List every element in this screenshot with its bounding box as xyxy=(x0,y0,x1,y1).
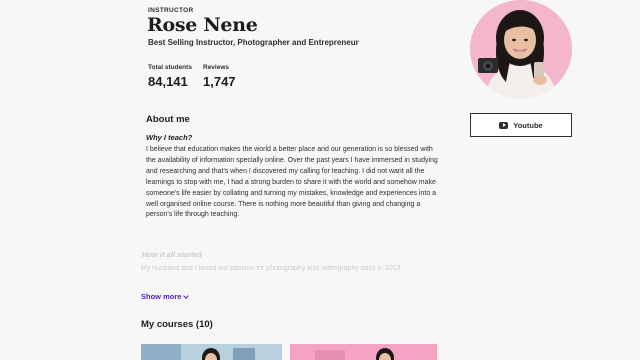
how-it-started-heading: How it all started xyxy=(142,250,203,259)
show-more-button[interactable]: Show more xyxy=(141,292,190,301)
avatar xyxy=(470,0,572,98)
about-me-heading: About me xyxy=(146,114,190,125)
how-it-started-text: My husband and I found our passion for p… xyxy=(141,265,403,272)
why-i-teach-heading: Why I teach? xyxy=(146,133,193,142)
stat-reviews-value: 1,747 xyxy=(203,74,236,89)
bio-text: I believe that education makes the world… xyxy=(146,146,438,219)
instructor-name: Rose Nene xyxy=(147,14,258,36)
youtube-icon xyxy=(499,121,509,129)
faded-bio-preview: How it all started My husband and I foun… xyxy=(141,250,441,288)
my-courses-heading: My courses (10) xyxy=(141,319,213,330)
stat-total-students: Total students 84,141 xyxy=(148,64,192,89)
course-thumbnail xyxy=(290,344,437,360)
show-more-label: Show more xyxy=(141,292,182,301)
stat-students-label: Total students xyxy=(148,64,192,71)
stat-reviews-label: Reviews xyxy=(203,64,230,71)
youtube-button[interactable]: Youtube xyxy=(470,113,572,137)
instructor-role-label: INSTRUCTOR xyxy=(148,7,194,14)
youtube-button-label: Youtube xyxy=(513,120,543,130)
course-thumbnail xyxy=(141,344,282,360)
instructor-photo xyxy=(470,0,572,98)
instructor-tagline: Best Selling Instructor, Photographer an… xyxy=(148,38,359,47)
course-card[interactable] xyxy=(290,344,437,360)
course-card[interactable] xyxy=(141,344,282,360)
stat-students-value: 84,141 xyxy=(148,74,188,89)
chevron-down-icon xyxy=(183,292,190,299)
stat-reviews: Reviews 1,747 xyxy=(203,64,236,89)
